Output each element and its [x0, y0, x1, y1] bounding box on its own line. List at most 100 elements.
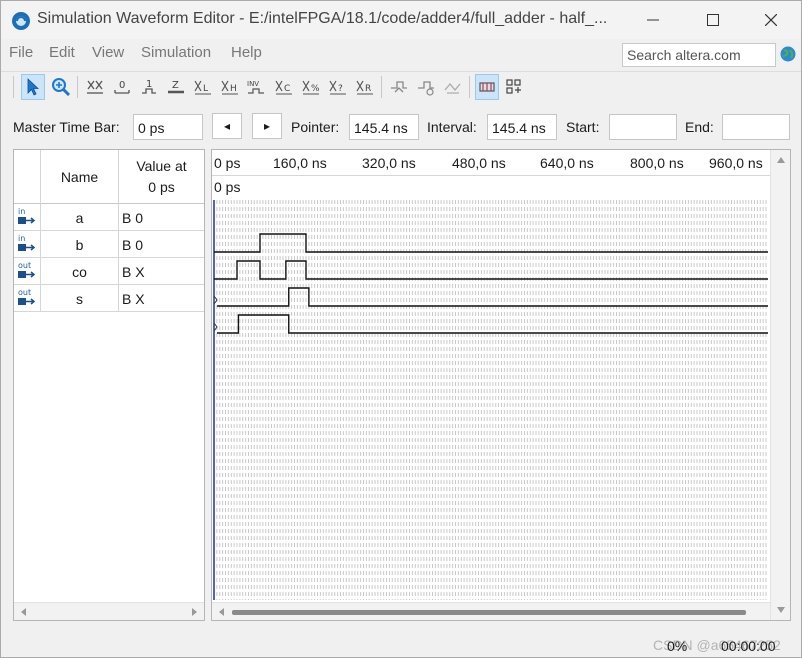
previous-transition-button[interactable]: ◂: [212, 113, 242, 139]
group-icon: [418, 81, 434, 96]
force-high-button[interactable]: 1: [137, 74, 161, 100]
interval-field[interactable]: 145.4 ns: [487, 114, 557, 140]
waveform-vertical-scrollbar[interactable]: [770, 150, 790, 620]
signal-name: s: [40, 285, 119, 312]
maximize-button[interactable]: [693, 7, 733, 33]
master-time-bar-field[interactable]: 0 ps: [133, 114, 203, 140]
scroll-left-icon: [21, 608, 26, 616]
force-high-impedance-icon: Z: [168, 80, 184, 94]
svg-text:1: 1: [146, 79, 152, 90]
snap-to-grid-button[interactable]: [387, 74, 411, 100]
interval-label: Interval:: [427, 119, 477, 135]
menu-simulation[interactable]: Simulation: [141, 44, 211, 61]
triangle-right-icon: ▸: [263, 119, 271, 133]
svg-text:0: 0: [119, 80, 125, 91]
waveform-panel: 0 ps 160,0 ns 320,0 ns 480,0 ns 640,0 ns 800,…: [211, 149, 791, 621]
signal-value: B 0: [122, 210, 144, 226]
svg-text:in: in: [18, 207, 25, 216]
toolbar-grip: [13, 76, 14, 98]
signal-value: B 0: [122, 237, 144, 253]
ruler-tick-label: 160,0 ns: [273, 155, 327, 171]
forcing-clock-icon: C: [275, 80, 292, 95]
output-pin-icon: out: [18, 261, 36, 278]
master-time-bar-marker-label: 0 ps: [214, 179, 241, 195]
ruler-tick-label: 960,0 ns: [709, 155, 763, 171]
signal-row[interactable]: in a B 0: [14, 204, 204, 231]
forcing-clock-button[interactable]: C: [272, 74, 296, 100]
waveform-canvas[interactable]: [212, 150, 770, 600]
next-transition-button[interactable]: ▸: [252, 113, 282, 139]
toolbar: 0 1 Z L H INV C % ? R: [1, 71, 801, 101]
pointer-field[interactable]: 145.4 ns: [349, 114, 419, 140]
close-icon: [765, 14, 777, 26]
input-pin-icon: in: [18, 234, 36, 251]
signal-row[interactable]: in b B 0: [14, 231, 204, 258]
waveform-horizontal-scrollbar[interactable]: [212, 602, 770, 620]
minimize-icon: [647, 19, 659, 21]
selection-tool-button[interactable]: [21, 74, 45, 100]
ungroup-button[interactable]: [441, 74, 465, 100]
svg-text:R: R: [365, 84, 371, 94]
window-title: Simulation Waveform Editor - E:/intelFPG…: [37, 10, 608, 27]
scroll-left-icon: [219, 608, 224, 616]
svg-text:?: ?: [338, 84, 343, 94]
weak-high-icon: H: [221, 80, 238, 95]
svg-text:C: C: [284, 84, 290, 94]
menu-help[interactable]: Help: [231, 44, 262, 61]
elapsed-time: 00:00:00: [721, 638, 776, 654]
ruler-tick-label: 480,0 ns: [452, 155, 506, 171]
title-bar: Simulation Waveform Editor - E:/intelFPG…: [1, 1, 801, 39]
waveform-co[interactable]: [217, 287, 768, 307]
count-value-button[interactable]: %: [299, 74, 323, 100]
signal-list-horizontal-scrollbar[interactable]: [14, 602, 204, 620]
ungroup-icon: [444, 82, 461, 94]
menu-file[interactable]: File: [9, 44, 33, 61]
force-high-impedance-button[interactable]: Z: [164, 74, 188, 100]
signal-name: co: [40, 258, 119, 285]
search-input[interactable]: Search altera.com: [622, 43, 776, 67]
zoom-tool-button[interactable]: [49, 74, 73, 100]
random-value-icon: R: [356, 80, 373, 95]
count-value-icon: %: [302, 80, 320, 95]
waveform-s[interactable]: [217, 314, 768, 334]
time-bar: Master Time Bar: 0 ps ◂ ▸ Pointer: 145.4…: [1, 109, 801, 145]
value-column-header[interactable]: Value at 0 ps: [119, 150, 204, 204]
horizontal-scroll-thumb[interactable]: [232, 610, 746, 615]
force-unknown-button[interactable]: [83, 74, 107, 100]
svg-text:out: out: [18, 261, 31, 270]
group-button[interactable]: [414, 74, 438, 100]
globe-icon[interactable]: [780, 46, 796, 62]
random-value-button[interactable]: R: [353, 74, 377, 100]
toolbar-separator: [469, 76, 470, 98]
invert-icon: INV: [247, 80, 264, 94]
end-label: End:: [685, 119, 714, 135]
arbitrary-value-button[interactable]: ?: [326, 74, 350, 100]
scroll-down-icon: [777, 607, 785, 613]
signal-row[interactable]: out s B X: [14, 285, 204, 312]
minimize-button[interactable]: [633, 7, 673, 33]
force-low-button[interactable]: 0: [110, 74, 134, 100]
align-button[interactable]: [502, 74, 526, 100]
start-field[interactable]: [609, 114, 677, 140]
zoom-tool-icon: [52, 78, 71, 97]
name-column-header[interactable]: Name: [40, 150, 119, 204]
signal-value: B X: [122, 291, 145, 307]
signal-row[interactable]: out co B X: [14, 258, 204, 285]
svg-text:%: %: [311, 84, 320, 94]
menu-view[interactable]: View: [92, 44, 124, 61]
simulation-waveform-editor-window: Simulation Waveform Editor - E:/intelFPG…: [0, 0, 802, 658]
ruler-tick-label: 800,0 ns: [630, 155, 684, 171]
weak-high-button[interactable]: H: [218, 74, 242, 100]
close-button[interactable]: [751, 7, 791, 33]
grid-toggle-button[interactable]: [475, 74, 499, 100]
invert-button[interactable]: INV: [245, 74, 269, 100]
weak-low-button[interactable]: L: [191, 74, 215, 100]
time-ruler[interactable]: 0 ps 160,0 ns 320,0 ns 480,0 ns 640,0 ns 800,…: [212, 150, 770, 176]
end-field[interactable]: [722, 114, 790, 140]
menu-edit[interactable]: Edit: [49, 44, 75, 61]
maximize-icon: [707, 14, 719, 26]
signal-name: b: [40, 231, 119, 258]
menu-bar: File Edit View Simulation Help: [1, 41, 611, 65]
force-low-icon: 0: [114, 80, 130, 94]
snap-to-grid-icon: [391, 81, 407, 93]
